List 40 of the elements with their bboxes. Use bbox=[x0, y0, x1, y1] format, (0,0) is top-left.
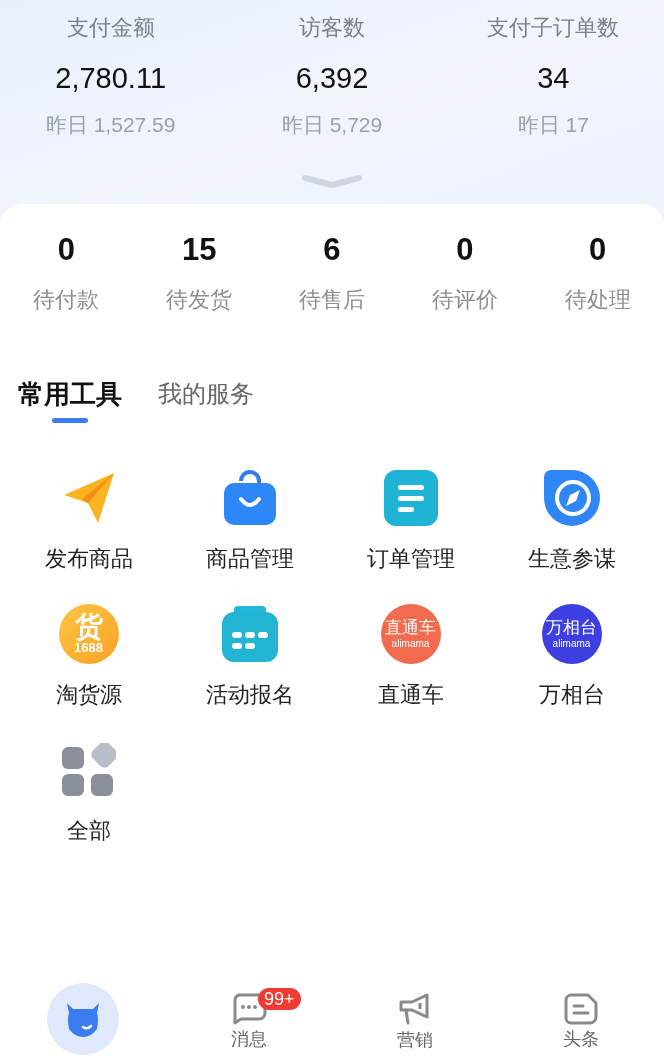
stat-yesterday: 昨日 1,527.59 bbox=[45, 112, 176, 138]
order-count: 0 bbox=[57, 231, 75, 269]
tool-label[interactable]: 直通车 bbox=[377, 679, 444, 711]
nav-tab[interactable]: 头条 bbox=[563, 993, 599, 1051]
logo-subtext: alimama bbox=[391, 638, 430, 650]
tab[interactable]: 常用工具 bbox=[18, 376, 122, 412]
calendar-icon[interactable] bbox=[221, 606, 278, 662]
tool-label[interactable]: 生意参谋 bbox=[527, 543, 616, 575]
notification-badge: 99+ bbox=[258, 988, 301, 1010]
stat-label: 支付金额 bbox=[66, 14, 155, 42]
order-count: 15 bbox=[181, 231, 217, 269]
app-logo[interactable]: 万相台 alimama bbox=[541, 604, 602, 664]
tool-label[interactable]: 万相台 bbox=[538, 679, 605, 711]
compass-icon[interactable] bbox=[542, 469, 601, 527]
logo-text: 万相台 bbox=[546, 618, 597, 638]
tab[interactable]: 我的服务 bbox=[158, 376, 254, 412]
order-count: 0 bbox=[456, 231, 474, 269]
stat-label: 支付子订单数 bbox=[487, 14, 620, 42]
tool-label[interactable]: 淘货源 bbox=[55, 679, 122, 711]
tool-label[interactable]: 发布商品 bbox=[44, 543, 133, 575]
grid-icon[interactable] bbox=[61, 743, 116, 797]
tool-label[interactable]: 全部 bbox=[66, 815, 111, 847]
document-icon[interactable] bbox=[383, 470, 438, 526]
nav-tab[interactable]: 营销 bbox=[397, 992, 433, 1052]
stat-value: 34 bbox=[537, 61, 570, 96]
stat-yesterday: 昨日 17 bbox=[517, 112, 589, 138]
logo-subtext: alimama bbox=[552, 638, 591, 650]
stat-yesterday: 昨日 5,729 bbox=[281, 112, 383, 138]
megaphone-icon[interactable] bbox=[398, 992, 432, 1026]
tab-underline bbox=[52, 418, 88, 423]
tool-label[interactable]: 订单管理 bbox=[366, 543, 455, 575]
order-count: 0 bbox=[588, 231, 607, 269]
stat-label: 访客数 bbox=[299, 14, 365, 42]
order-count: 6 bbox=[323, 231, 341, 269]
document-icon[interactable] bbox=[564, 993, 598, 1025]
stat-value: 6,392 bbox=[295, 61, 369, 96]
stat-value: 2,780.11 bbox=[55, 61, 167, 96]
tool-label[interactable]: 商品管理 bbox=[205, 543, 294, 575]
tool-label[interactable]: 活动报名 bbox=[205, 679, 294, 711]
logo-text: 直通车 bbox=[385, 618, 436, 638]
